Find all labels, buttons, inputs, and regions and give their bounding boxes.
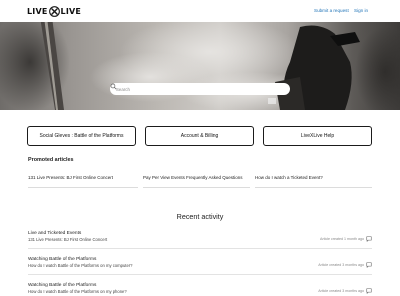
activity-meta: Article created 3 months ago — [318, 289, 364, 293]
submit-request-link[interactable]: Submit a request — [314, 8, 349, 13]
activity-article-link[interactable]: How do I watch Battle of the Platforms o… — [28, 263, 133, 268]
divider — [28, 274, 372, 275]
activity-article-link[interactable]: 131 Live Presents: BJ First Online Conce… — [28, 237, 107, 242]
activity-meta: Article created 3 months ago — [318, 263, 364, 267]
divider — [143, 187, 250, 188]
site-header: LIVE LIVE Submit a request Sign in — [0, 0, 400, 22]
activity-meta: Article created 1 month ago — [320, 237, 364, 241]
search-bar[interactable] — [110, 83, 290, 95]
site-logo[interactable]: LIVE LIVE — [27, 5, 81, 17]
divider — [28, 248, 372, 249]
divider — [28, 187, 138, 188]
search-icon — [110, 83, 117, 90]
category-account-billing[interactable]: Account & Billing — [145, 126, 254, 146]
category-livexlive-help[interactable]: LiveXLive Help — [263, 126, 372, 146]
activity-article-link[interactable]: How do I watch Battle of the Platforms o… — [28, 289, 127, 294]
promoted-articles-heading: Promoted articles — [28, 157, 74, 163]
comment-icon — [366, 262, 372, 268]
logo-text-left: LIVE — [27, 6, 48, 16]
comment-icon — [366, 236, 372, 242]
logo-text-right: LIVE — [60, 6, 82, 16]
search-input[interactable] — [116, 86, 276, 92]
activity-section-link[interactable]: Live and Ticketed Events — [28, 231, 81, 236]
hero-banner — [0, 22, 400, 110]
sign-in-link[interactable]: Sign in — [354, 8, 368, 13]
category-battle-of-platforms[interactable]: Social Gleves : Battle of the Platforms — [27, 126, 136, 146]
activity-section-link[interactable]: Watching Battle of the Platforms — [28, 283, 96, 288]
promoted-article-link[interactable]: 131 Live Presents: BJ First Online Conce… — [28, 175, 113, 180]
divider — [255, 187, 372, 188]
promoted-article-link[interactable]: Pay Per View Events Frequently Asked Que… — [143, 175, 242, 180]
comment-icon — [366, 288, 372, 294]
recent-activity-heading: Recent activity — [176, 212, 224, 221]
promoted-article-link[interactable]: How do I watch a Ticketed Event? — [255, 175, 323, 180]
hero-background-image — [0, 22, 400, 110]
x-logo-icon — [48, 5, 60, 17]
activity-section-link[interactable]: Watching Battle of the Platforms — [28, 257, 96, 262]
